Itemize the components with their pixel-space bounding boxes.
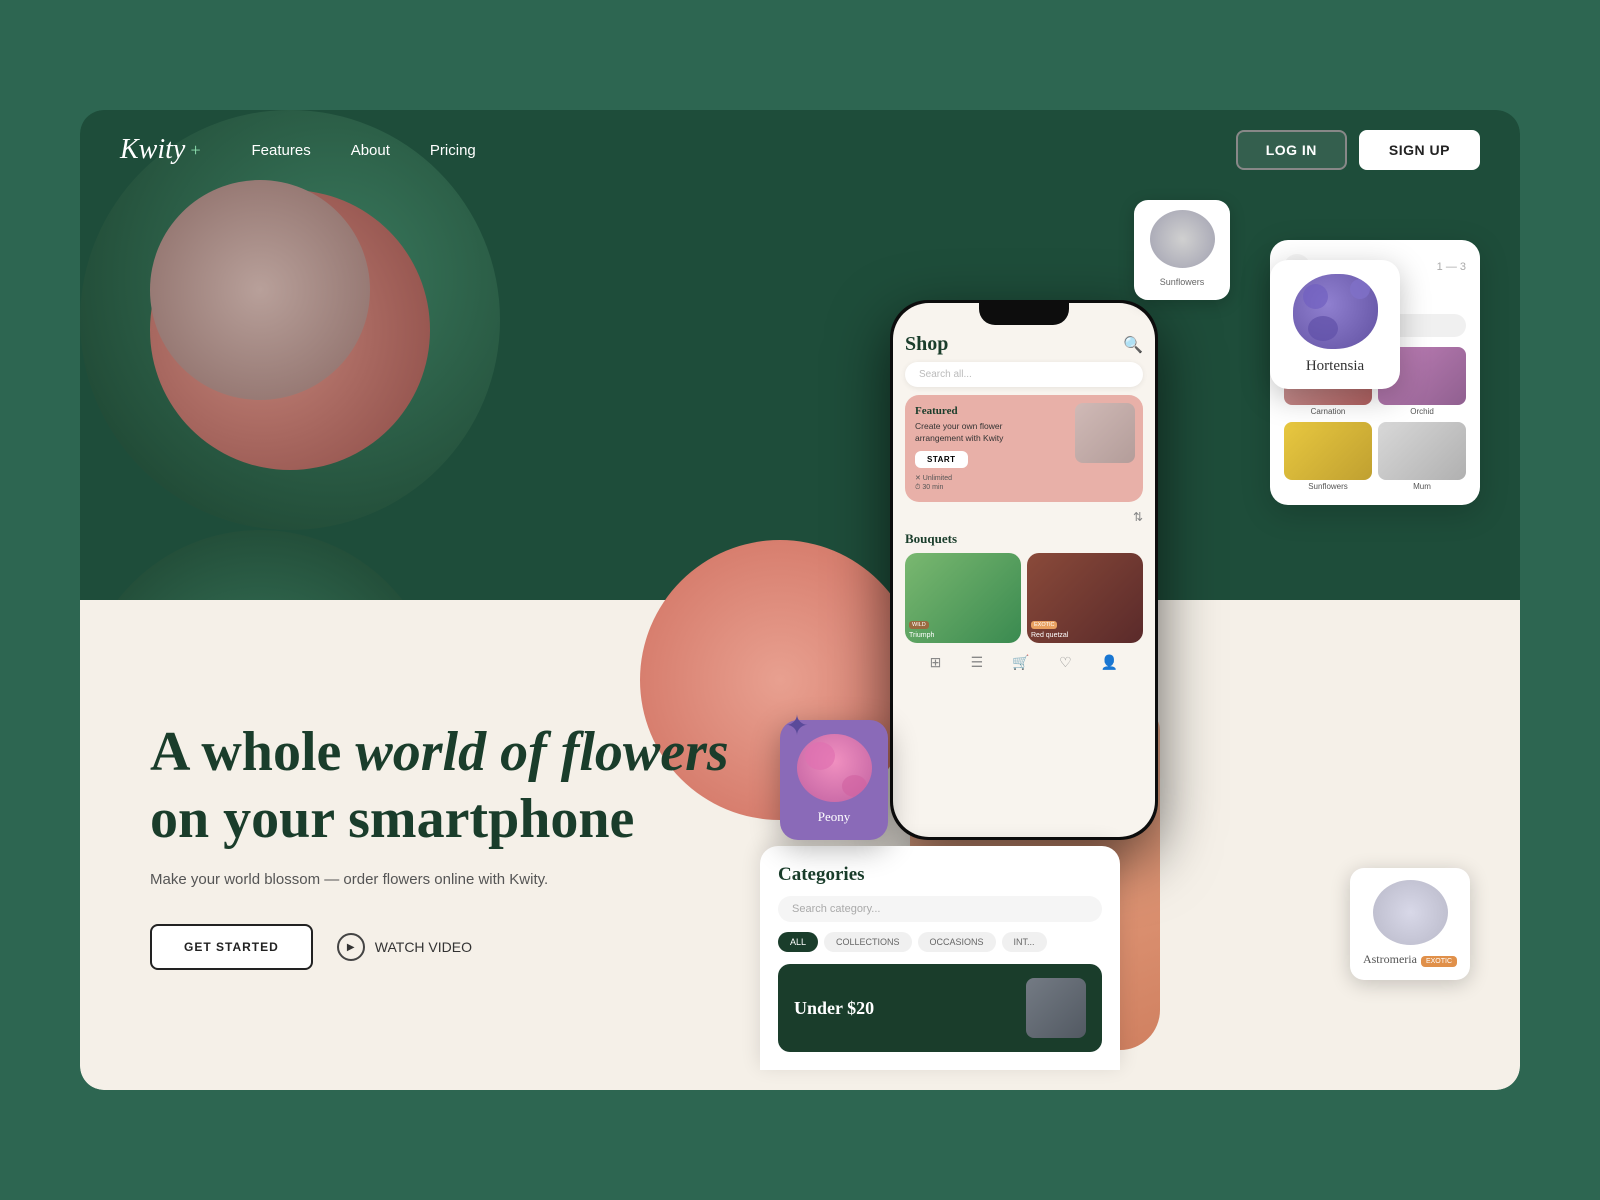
- categories-search[interactable]: Search category...: [778, 896, 1102, 922]
- filter-icon[interactable]: ⇅: [1133, 510, 1143, 525]
- bouquets-label: Bouquets: [905, 531, 1143, 547]
- mum-thumb: Mum: [1378, 422, 1466, 491]
- mum-img: [1378, 422, 1466, 480]
- astromeria-card: Astromeria EXOTIC: [1350, 868, 1470, 980]
- hero-heading-part2: on your smartphone: [150, 788, 634, 850]
- filter-row: ⇅: [905, 510, 1143, 525]
- watch-video-label: WATCH VIDEO: [375, 939, 472, 955]
- hortensia-flower-img: [1293, 274, 1378, 349]
- astromeria-img: [1373, 880, 1448, 945]
- phone-notch: [979, 303, 1069, 325]
- bouquet-2-info: EXOTIC Red quetzal: [1031, 613, 1068, 639]
- hero-heading-part1: A whole: [150, 721, 355, 783]
- sunflowers-thumb-label: Sunflowers: [1284, 482, 1372, 491]
- sunflowers-card: Sunflowers: [1134, 200, 1230, 300]
- phone-nav-cart[interactable]: 🛒: [1012, 655, 1029, 672]
- phone-mockup: Shop 🔍 Search all... Featured Create you…: [890, 300, 1158, 840]
- phone-area: Hortensia Sunflowers ← 1 — 3 Your favori…: [760, 190, 1480, 1070]
- sunflowers-thumb: Sunflowers: [1284, 422, 1372, 491]
- categories-title: Categories: [778, 864, 1102, 886]
- hortensia-card: Hortensia: [1270, 260, 1400, 389]
- unlimited-text: ✕ Unlimited: [915, 474, 1133, 482]
- search-icon[interactable]: 🔍: [1123, 335, 1143, 355]
- time-text: ⏱ 30 min: [915, 484, 1133, 492]
- categories-tabs: ALL COLLECTIONS OCCASIONS INT...: [778, 932, 1102, 952]
- under-20-banner: Under $20: [778, 964, 1102, 1052]
- nav-links: Features About Pricing: [252, 142, 1236, 159]
- sunflowers-name: Sunflowers: [1160, 277, 1205, 287]
- logo-text: Kwity: [120, 134, 185, 166]
- navbar: Kwity+ Features About Pricing LOG IN SIG…: [80, 110, 1520, 190]
- peony-name: Peony: [818, 809, 851, 824]
- page-wrapper: Kwity+ Features About Pricing LOG IN SIG…: [80, 110, 1520, 1090]
- exotic-tag: EXOTIC: [1031, 621, 1057, 629]
- hero-heading: A whole world of flowers on your smartph…: [150, 719, 729, 853]
- hero-text-block: A whole world of flowers on your smartph…: [150, 719, 729, 970]
- phone-screen: Shop 🔍 Search all... Featured Create you…: [893, 303, 1155, 837]
- phone-nav-person[interactable]: 👤: [1101, 655, 1118, 672]
- signup-button[interactable]: SIGN UP: [1359, 130, 1480, 170]
- play-icon: ▶: [337, 933, 365, 961]
- phone-nav-grid[interactable]: ⊞: [930, 655, 942, 672]
- peony-flower-img: [797, 734, 872, 802]
- start-button[interactable]: START: [915, 451, 968, 468]
- phone-content: Shop 🔍 Search all... Featured Create you…: [893, 325, 1155, 680]
- hortensia-name: Hortensia: [1306, 358, 1364, 374]
- featured-text: Create your own flower arrangement with …: [915, 421, 1025, 445]
- bouquets-row: WILD Triumph EXOTIC Red quetzal: [905, 553, 1143, 643]
- hero-subtext: Make your world blossom — order flowers …: [150, 871, 650, 888]
- under-20-img: [1026, 978, 1086, 1038]
- logo-plus: +: [189, 140, 201, 161]
- nav-link-about[interactable]: About: [351, 142, 390, 159]
- phone-frame: Shop 🔍 Search all... Featured Create you…: [890, 300, 1158, 840]
- phone-nav-row: ⊞ ☰ 🛒 ♡ 👤: [905, 655, 1143, 672]
- bouquet-2-name: Red quetzal: [1031, 632, 1068, 639]
- bouquet-card-1: WILD Triumph: [905, 553, 1021, 643]
- phone-nav-heart[interactable]: ♡: [1059, 655, 1072, 672]
- featured-card: Featured Create your own flower arrangem…: [905, 395, 1143, 502]
- shop-header: Shop 🔍: [905, 333, 1143, 356]
- nav-link-features[interactable]: Features: [252, 142, 311, 159]
- featured-img: [1075, 403, 1135, 463]
- bouquet-1-name: Triumph: [909, 632, 934, 639]
- orchid-label: Orchid: [1378, 407, 1466, 416]
- nav-actions: LOG IN SIGN UP: [1236, 130, 1480, 170]
- tab-occasions[interactable]: OCCASIONS: [918, 932, 996, 952]
- pagination-text: 1 — 3: [1437, 261, 1466, 273]
- phone-nav-list[interactable]: ☰: [971, 655, 984, 672]
- sunflowers-thumb-img: [1284, 422, 1372, 480]
- exotic-badge: EXOTIC: [1421, 956, 1457, 967]
- hero-buttons: GET STARTED ▶ WATCH VIDEO: [150, 924, 729, 970]
- nav-link-pricing[interactable]: Pricing: [430, 142, 476, 159]
- categories-panel: Categories Search category... ALL COLLEC…: [760, 846, 1120, 1070]
- under-20-label: Under $20: [794, 998, 874, 1019]
- hero-heading-italic: world of flowers: [355, 721, 728, 783]
- carnation-label: Carnation: [1284, 407, 1372, 416]
- sunflower-img: [1150, 210, 1215, 268]
- watch-video-button[interactable]: ▶ WATCH VIDEO: [337, 933, 472, 961]
- mum-label: Mum: [1378, 482, 1466, 491]
- feature-details: ✕ Unlimited ⏱ 30 min: [915, 474, 1133, 492]
- bouquet-card-2: EXOTIC Red quetzal: [1027, 553, 1143, 643]
- tab-int[interactable]: INT...: [1002, 932, 1047, 952]
- wild-tag: WILD: [909, 621, 929, 629]
- shop-title: Shop: [905, 333, 948, 356]
- login-button[interactable]: LOG IN: [1236, 130, 1347, 170]
- shop-search-bar[interactable]: Search all...: [905, 362, 1143, 387]
- tab-collections[interactable]: COLLECTIONS: [824, 932, 912, 952]
- tab-all[interactable]: ALL: [778, 932, 818, 952]
- star-decoration: ✦: [785, 709, 808, 743]
- bouquet-1-info: WILD Triumph: [909, 613, 934, 639]
- logo: Kwity+: [120, 134, 202, 166]
- astromeria-name: Astromeria: [1363, 952, 1417, 966]
- get-started-button[interactable]: GET STARTED: [150, 924, 313, 970]
